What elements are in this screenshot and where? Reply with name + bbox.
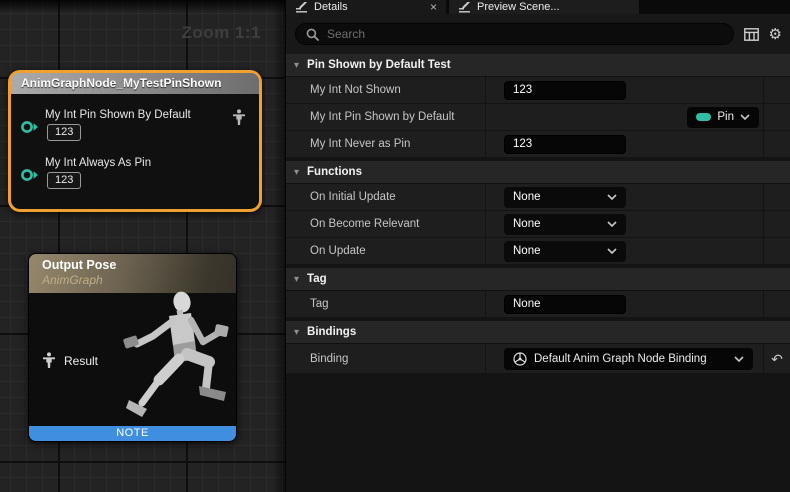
section-pin-shown-by-default-test: ▾ Pin Shown by Default Test My Int Not S…	[286, 54, 790, 158]
tab-label: Details	[314, 1, 348, 13]
property-label: On Become Relevant	[286, 211, 486, 237]
search-box[interactable]	[295, 23, 734, 45]
panel-tab-bar: Details × Preview Scene...	[286, 0, 790, 14]
function-select-dropdown[interactable]: None	[504, 241, 626, 262]
anim-graph-test-node[interactable]: AnimGraphNode_MyTestPinShown My Int Pin …	[8, 70, 262, 212]
zoom-level-label: Zoom 1:1	[181, 23, 261, 43]
running-mannequin-image	[109, 282, 235, 430]
display-options-button[interactable]	[744, 28, 759, 41]
property-label: On Initial Update	[286, 184, 486, 210]
tag-value-input[interactable]	[504, 295, 626, 314]
int-value-input[interactable]	[504, 135, 626, 154]
property-row-on-update: On Update None	[286, 238, 790, 265]
pin-capsule-icon	[696, 113, 711, 121]
tab-details[interactable]: Details ×	[286, 0, 446, 14]
section-header[interactable]: ▾ Pin Shown by Default Test	[286, 54, 790, 77]
int-pin-icon[interactable]	[20, 120, 40, 134]
row-extra-cell	[764, 104, 790, 130]
section-header[interactable]: ▾ Tag	[286, 268, 790, 291]
tab-preview-scene[interactable]: Preview Scene...	[449, 0, 639, 14]
section-functions: ▾ Functions On Initial Update None On Be…	[286, 161, 790, 265]
property-label: On Update	[286, 238, 486, 264]
int-pin-icon[interactable]	[20, 168, 40, 182]
row-extra-cell	[764, 238, 790, 264]
binding-dropdown[interactable]: Default Anim Graph Node Binding	[504, 348, 753, 370]
output-pose-node[interactable]: Output Pose AnimGraph	[28, 253, 237, 442]
chevron-down-icon	[607, 194, 617, 200]
property-row-my-int-never-as-pin: My Int Never as Pin	[286, 131, 790, 158]
search-input[interactable]	[327, 27, 723, 41]
search-icon	[306, 28, 319, 41]
pin-label: My Int Always As Pin	[45, 157, 151, 169]
property-row-tag: Tag	[286, 291, 790, 318]
result-pin[interactable]: Result	[42, 352, 98, 369]
pin-default-value[interactable]: 123	[47, 124, 81, 141]
chevron-down-icon	[607, 248, 617, 254]
settings-gear-icon[interactable]: ⚙	[769, 27, 782, 42]
collapse-arrow-icon[interactable]: ▾	[294, 167, 299, 178]
section-header[interactable]: ▾ Bindings	[286, 321, 790, 344]
close-tab-icon[interactable]: ×	[430, 1, 437, 13]
section-tag: ▾ Tag Tag	[286, 268, 790, 318]
row-extra-cell	[764, 131, 790, 157]
person-pin-badge-icon	[232, 109, 246, 126]
function-select-dropdown[interactable]: None	[504, 214, 626, 235]
row-extra-cell	[764, 184, 790, 210]
row-extra-cell	[764, 291, 790, 317]
property-row-binding: Binding Default Anim Graph Node Binding	[286, 344, 790, 374]
property-row-on-become-relevant: On Become Relevant None	[286, 211, 790, 238]
binding-wheel-icon	[513, 352, 527, 366]
property-label: Binding	[286, 344, 486, 373]
chevron-down-icon	[740, 114, 750, 120]
property-matrix-icon	[744, 28, 759, 41]
node-title: Output Pose	[42, 258, 236, 272]
collapse-arrow-icon[interactable]: ▾	[294, 274, 299, 285]
int-value-input[interactable]	[504, 81, 626, 100]
pin-mode-dropdown[interactable]: Pin	[687, 107, 759, 128]
property-row-on-initial-update: On Initial Update None	[286, 184, 790, 211]
pin-default-value[interactable]: 123	[47, 172, 81, 189]
property-label: My Int Not Shown	[286, 77, 486, 103]
property-label: My Int Pin Shown by Default	[286, 104, 486, 130]
chevron-down-icon	[607, 221, 617, 227]
node-title[interactable]: AnimGraphNode_MyTestPinShown	[11, 73, 259, 94]
preview-scene-tab-icon	[458, 2, 471, 13]
search-toolbar: ⚙	[286, 14, 790, 54]
row-extra-cell	[764, 77, 790, 103]
details-panel: Details × Preview Scene...	[285, 0, 790, 492]
pose-person-icon	[42, 352, 56, 369]
node-note-banner[interactable]: NOTE	[29, 426, 236, 441]
property-label: Tag	[286, 291, 486, 317]
row-extra-cell	[764, 211, 790, 237]
unreal-editor-window: Zoom 1:1 AnimGraphNode_MyTestPinShown My…	[0, 0, 790, 492]
chevron-down-icon	[734, 356, 744, 362]
collapse-arrow-icon[interactable]: ▾	[294, 327, 299, 338]
section-header[interactable]: ▾ Functions	[286, 161, 790, 184]
property-row-my-int-pin-shown-by-default: My Int Pin Shown by Default Pin	[286, 104, 790, 131]
reset-to-default-icon[interactable]: ↶	[771, 352, 783, 366]
details-tab-icon	[295, 2, 308, 13]
result-pin-label: Result	[64, 354, 98, 368]
anim-graph-canvas[interactable]: Zoom 1:1 AnimGraphNode_MyTestPinShown My…	[0, 0, 285, 492]
property-label: My Int Never as Pin	[286, 131, 486, 157]
property-row-my-int-not-shown: My Int Not Shown	[286, 77, 790, 104]
section-bindings: ▾ Bindings Binding Default Anim Graph No…	[286, 321, 790, 374]
tab-label: Preview Scene...	[477, 1, 560, 13]
function-select-dropdown[interactable]: None	[504, 187, 626, 208]
collapse-arrow-icon[interactable]: ▾	[294, 60, 299, 71]
pin-label: My Int Pin Shown By Default	[45, 109, 191, 121]
